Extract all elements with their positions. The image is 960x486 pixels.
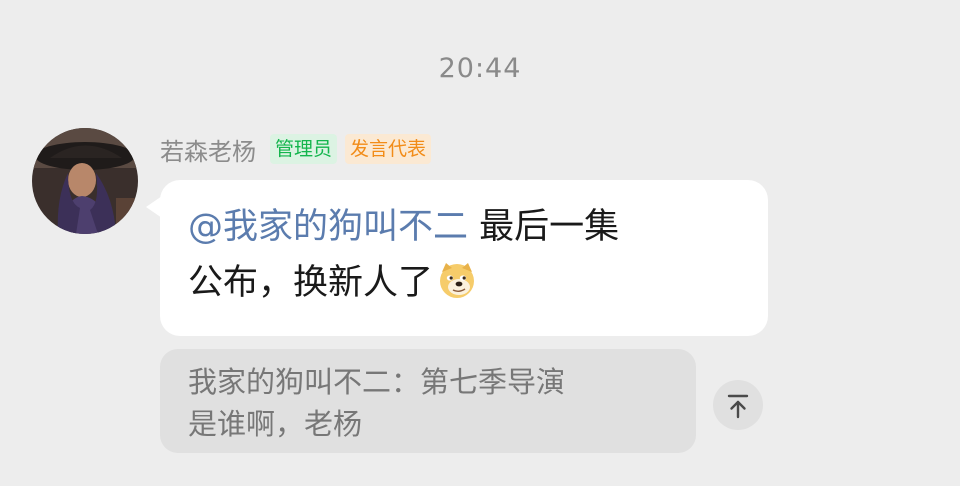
mention-link[interactable]: @我家的狗叫不二 xyxy=(188,207,468,247)
scroll-to-quote-button[interactable] xyxy=(713,380,763,430)
arrow-up-to-top-icon xyxy=(727,394,749,419)
message-line-1: @我家的狗叫不二 最后一集 xyxy=(188,199,744,255)
message-text-1: 最后一集 xyxy=(468,207,620,247)
message-timestamp: 20:44 xyxy=(438,53,522,84)
sender-avatar[interactable] xyxy=(32,128,138,234)
quote-line-2: 是谁啊，老杨 xyxy=(188,407,363,441)
speaker-rep-badge: 发言代表 xyxy=(345,134,432,164)
message-bubble[interactable]: @我家的狗叫不二 最后一集 公布，换新人了 xyxy=(160,180,768,336)
doge-emoji-icon xyxy=(437,260,477,300)
sender-name[interactable]: 若森老杨 xyxy=(160,132,256,167)
quoted-message[interactable]: 我家的狗叫不二：第七季导演 是谁啊，老杨 xyxy=(160,349,696,453)
message-line-2: 公布，换新人了 xyxy=(188,255,744,311)
message-text-2: 公布，换新人了 xyxy=(188,263,434,303)
admin-badge: 管理员 xyxy=(270,134,338,164)
quote-line-1: 我家的狗叫不二：第七季导演 xyxy=(188,365,566,399)
sender-name-row: 若森老杨 管理员 发言代表 xyxy=(160,132,432,167)
